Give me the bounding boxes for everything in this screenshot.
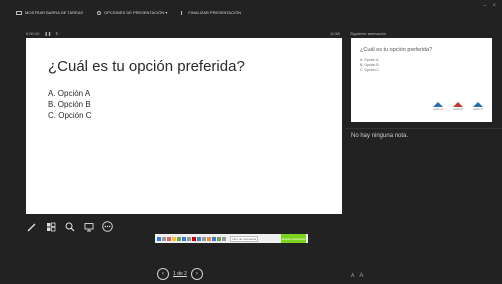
slide-option: C. Opción C	[48, 111, 92, 120]
notes-font-controls: A A	[351, 273, 363, 279]
window-controls: – ×	[483, 3, 496, 9]
taskbar-app-icon[interactable]	[217, 236, 221, 241]
previous-slide-button[interactable]: ‹	[157, 268, 169, 280]
next-slide-preview[interactable]: ¿Cuál es tu opción preferida? A. Opción …	[351, 38, 492, 122]
taskbar-app-icon[interactable]	[212, 236, 216, 241]
monitor-icon[interactable]	[83, 221, 94, 232]
slide-options-list: A. Opción A B. Opción B C. Opción C	[48, 88, 92, 121]
presenter-view: – × MOSTRAR BARRA DE TAREAS OPCIONES DE …	[0, 0, 502, 284]
taskbar-app-icon[interactable]	[162, 236, 166, 241]
panel-divider	[345, 128, 502, 129]
display-settings-button[interactable]: OPCIONES DE PRESENTACIÓN ▾	[97, 10, 167, 15]
slides-grid-icon[interactable]	[45, 221, 56, 232]
preview-logo-label: opción C	[473, 108, 483, 111]
pause-icon[interactable]: ❚❚	[44, 31, 51, 36]
notes-text: No hay ninguna nota.	[351, 133, 409, 139]
decrease-font-button[interactable]: A	[351, 273, 354, 279]
clock: 11:58	[330, 31, 340, 36]
preview-option: C. Opción C	[360, 68, 380, 72]
next-slide-button[interactable]: ›	[190, 268, 203, 280]
pen-icon[interactable]	[26, 221, 37, 232]
slide-option: B. Opción B	[48, 100, 91, 109]
display-settings-icon	[97, 10, 102, 15]
zoom-icon[interactable]	[64, 221, 75, 232]
preview-logos: opción A opción B opción C	[433, 102, 483, 111]
chevron-right-icon: ›	[195, 271, 198, 277]
taskbar-app-icon[interactable]	[222, 236, 226, 241]
taskbar-app-icon[interactable]	[187, 236, 191, 241]
show-taskbar-label: MOSTRAR BARRA DE TAREAS	[25, 10, 84, 15]
end-show-icon	[181, 10, 185, 15]
preview-logo-label: opción A	[433, 108, 443, 111]
increase-font-button[interactable]: A	[359, 273, 363, 279]
taskbar-app-icon[interactable]	[202, 236, 206, 241]
presenter-toolbar: MOSTRAR BARRA DE TAREAS OPCIONES DE PRES…	[16, 10, 241, 15]
page-indicator[interactable]: 1 de 2	[173, 271, 187, 277]
show-taskbar-button[interactable]: MOSTRAR BARRA DE TAREAS	[16, 10, 83, 15]
display-settings-label: OPCIONES DE PRESENTACIÓN ▾	[104, 10, 168, 15]
close-button[interactable]: ×	[492, 3, 496, 9]
end-show-button[interactable]: FINALIZAR PRESENTACIÓN	[181, 10, 241, 15]
more-options-icon[interactable]	[102, 221, 113, 232]
taskbar-app-icon[interactable]	[182, 236, 186, 241]
slide-title: ¿Cuál es tu opción preferida?	[48, 58, 245, 75]
preview-logo: opción B	[453, 102, 463, 111]
minimize-button[interactable]: –	[483, 3, 486, 9]
slide-option: A. Opción A	[48, 89, 91, 98]
taskbar-app-icon[interactable]	[192, 236, 196, 241]
taskbar-action-button[interactable]: Enviar respuesta	[281, 234, 306, 243]
taskbar-app-icon[interactable]	[197, 236, 201, 241]
taskbar-icon	[16, 10, 22, 15]
elapsed-time: 0:00:10	[26, 31, 40, 36]
slide-tools	[26, 221, 113, 232]
taskbar-app-icon[interactable]	[172, 236, 176, 241]
taskbar-input[interactable]: Intro de respuesta	[230, 235, 258, 242]
preview-logo-label: opción B	[453, 108, 463, 111]
windows-taskbar: Intro de respuesta Enviar respuesta	[155, 234, 308, 243]
end-show-label: FINALIZAR PRESENTACIÓN	[188, 10, 242, 15]
taskbar-app-icon[interactable]	[157, 236, 161, 241]
timer-area: 0:00:10 ❚❚ ↻	[26, 31, 59, 36]
taskbar-app-icon[interactable]	[177, 236, 181, 241]
next-animation-label: Siguiente animación	[350, 31, 387, 36]
preview-logo: opción C	[473, 102, 483, 111]
preview-options-list: A. Opción A B. Opción B C. Opción C	[360, 58, 379, 73]
reset-icon[interactable]: ↻	[55, 31, 58, 36]
chevron-left-icon: ‹	[162, 271, 164, 277]
preview-logo: opción A	[433, 102, 443, 111]
current-slide[interactable]: ¿Cuál es tu opción preferida? A. Opción …	[26, 38, 342, 214]
taskbar-app-icon[interactable]	[167, 236, 171, 241]
preview-title: ¿Cuál es tu opción preferida?	[360, 47, 433, 53]
taskbar-app-icon[interactable]	[207, 236, 211, 241]
slide-navigation: ‹ 1 de 2 ›	[157, 268, 203, 280]
